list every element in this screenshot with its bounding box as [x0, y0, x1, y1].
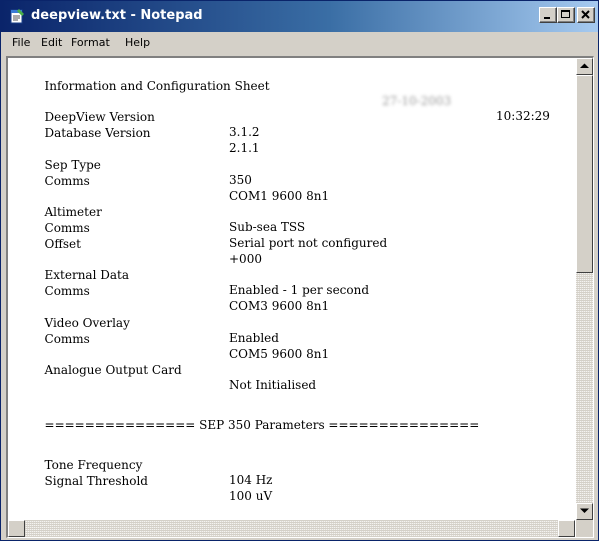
- line-value: Enabled: [229, 331, 279, 345]
- notepad-window: deepview.txt - Notepad File Edit Format …: [0, 0, 599, 541]
- document-header: Information and Configuration Sheet: [44, 79, 270, 93]
- document-text[interactable]: Information and Configuration Sheet 27-1…: [10, 64, 575, 524]
- text-line: Signal Threshold 100 uV: [14, 459, 273, 503]
- window-title: deepview.txt - Notepad: [31, 8, 203, 23]
- text-line: Comms COM1 9600 8n1: [14, 159, 330, 203]
- line-value: 100 uV: [229, 489, 273, 503]
- line-value: COM3 9600 8n1: [229, 299, 330, 313]
- separator-text: =============== SEP 350 Parameters =====…: [44, 418, 480, 432]
- minimize-icon: [544, 17, 550, 19]
- notepad-icon: [9, 8, 25, 24]
- line-value: +000: [229, 252, 262, 266]
- arrow-down-icon: [580, 508, 589, 513]
- maximize-button[interactable]: [557, 7, 575, 23]
- text-editor[interactable]: Information and Configuration Sheet 27-1…: [6, 56, 594, 538]
- line-label: Analogue Output Card: [44, 363, 182, 377]
- text-line: Analogue Output Card Not Initialised: [14, 348, 317, 392]
- scroll-down-button[interactable]: [576, 503, 593, 520]
- line-value: COM1 9600 8n1: [229, 189, 330, 203]
- text-line: Comms COM3 9600 8n1: [14, 269, 330, 313]
- scroll-thumb[interactable]: [576, 75, 593, 273]
- line-value: Serial port not configured: [229, 236, 388, 250]
- menu-file[interactable]: File: [12, 36, 30, 49]
- line-label: Offset: [44, 237, 81, 251]
- text-line: Tone Frequency 104 Hz: [14, 443, 273, 487]
- line-value: 2.1.1: [229, 141, 260, 155]
- text-line: Comms COM5 9600 8n1: [14, 317, 330, 361]
- close-button[interactable]: [577, 7, 595, 23]
- line-value: 104 Hz: [229, 473, 273, 487]
- scroll-left-button[interactable]: [8, 520, 25, 537]
- line-value: Enabled - 1 per second: [229, 283, 370, 297]
- line-value: Not Initialised: [229, 378, 317, 392]
- line-label: Comms: [44, 332, 90, 346]
- line-label: Signal Threshold: [44, 474, 148, 488]
- menu-format[interactable]: Format: [71, 36, 110, 49]
- horizontal-scrollbar[interactable]: [8, 520, 575, 537]
- title-bar[interactable]: deepview.txt - Notepad: [1, 1, 598, 32]
- vertical-scrollbar[interactable]: [576, 58, 593, 520]
- document-date: 27-10-2003: [382, 94, 452, 108]
- maximize-icon: [561, 10, 570, 18]
- document-time: 10:32:29: [496, 109, 550, 123]
- minimize-button[interactable]: [539, 7, 557, 23]
- line-label: Comms: [44, 174, 90, 188]
- text-line: Video Overlay Enabled: [14, 301, 279, 345]
- text-line: Comms Serial port not configured: [14, 206, 388, 250]
- size-grip[interactable]: [576, 520, 593, 537]
- text-line: Altimeter Sub-sea TSS: [14, 190, 306, 234]
- line-value: 350: [229, 173, 252, 187]
- line-value: COM5 9600 8n1: [229, 347, 330, 361]
- menu-bar: File Edit Format Help: [1, 32, 598, 54]
- line-value: 3.1.2: [229, 125, 260, 139]
- menu-help[interactable]: Help: [125, 36, 150, 49]
- line-value: Sub-sea TSS: [229, 220, 306, 234]
- header-line: Information and Configuration Sheet 27-1…: [14, 64, 550, 123]
- scroll-up-button[interactable]: [576, 58, 593, 75]
- menu-edit[interactable]: Edit: [41, 36, 62, 49]
- close-icon: [581, 10, 590, 19]
- line-label: Comms: [44, 284, 90, 298]
- text-line: Database Version 2.1.1: [14, 111, 260, 155]
- scroll-right-button[interactable]: [558, 520, 575, 537]
- line-label: Database Version: [44, 126, 151, 140]
- arrow-up-icon: [580, 63, 589, 68]
- separator-line: =============== SEP 350 Parameters =====…: [14, 403, 480, 432]
- text-line: External Data Enabled - 1 per second: [14, 253, 370, 297]
- text-line: Offset +000: [14, 222, 262, 266]
- text-line: Sep Type 350: [14, 143, 252, 187]
- text-line: DeepView Version 3.1.2: [14, 95, 260, 139]
